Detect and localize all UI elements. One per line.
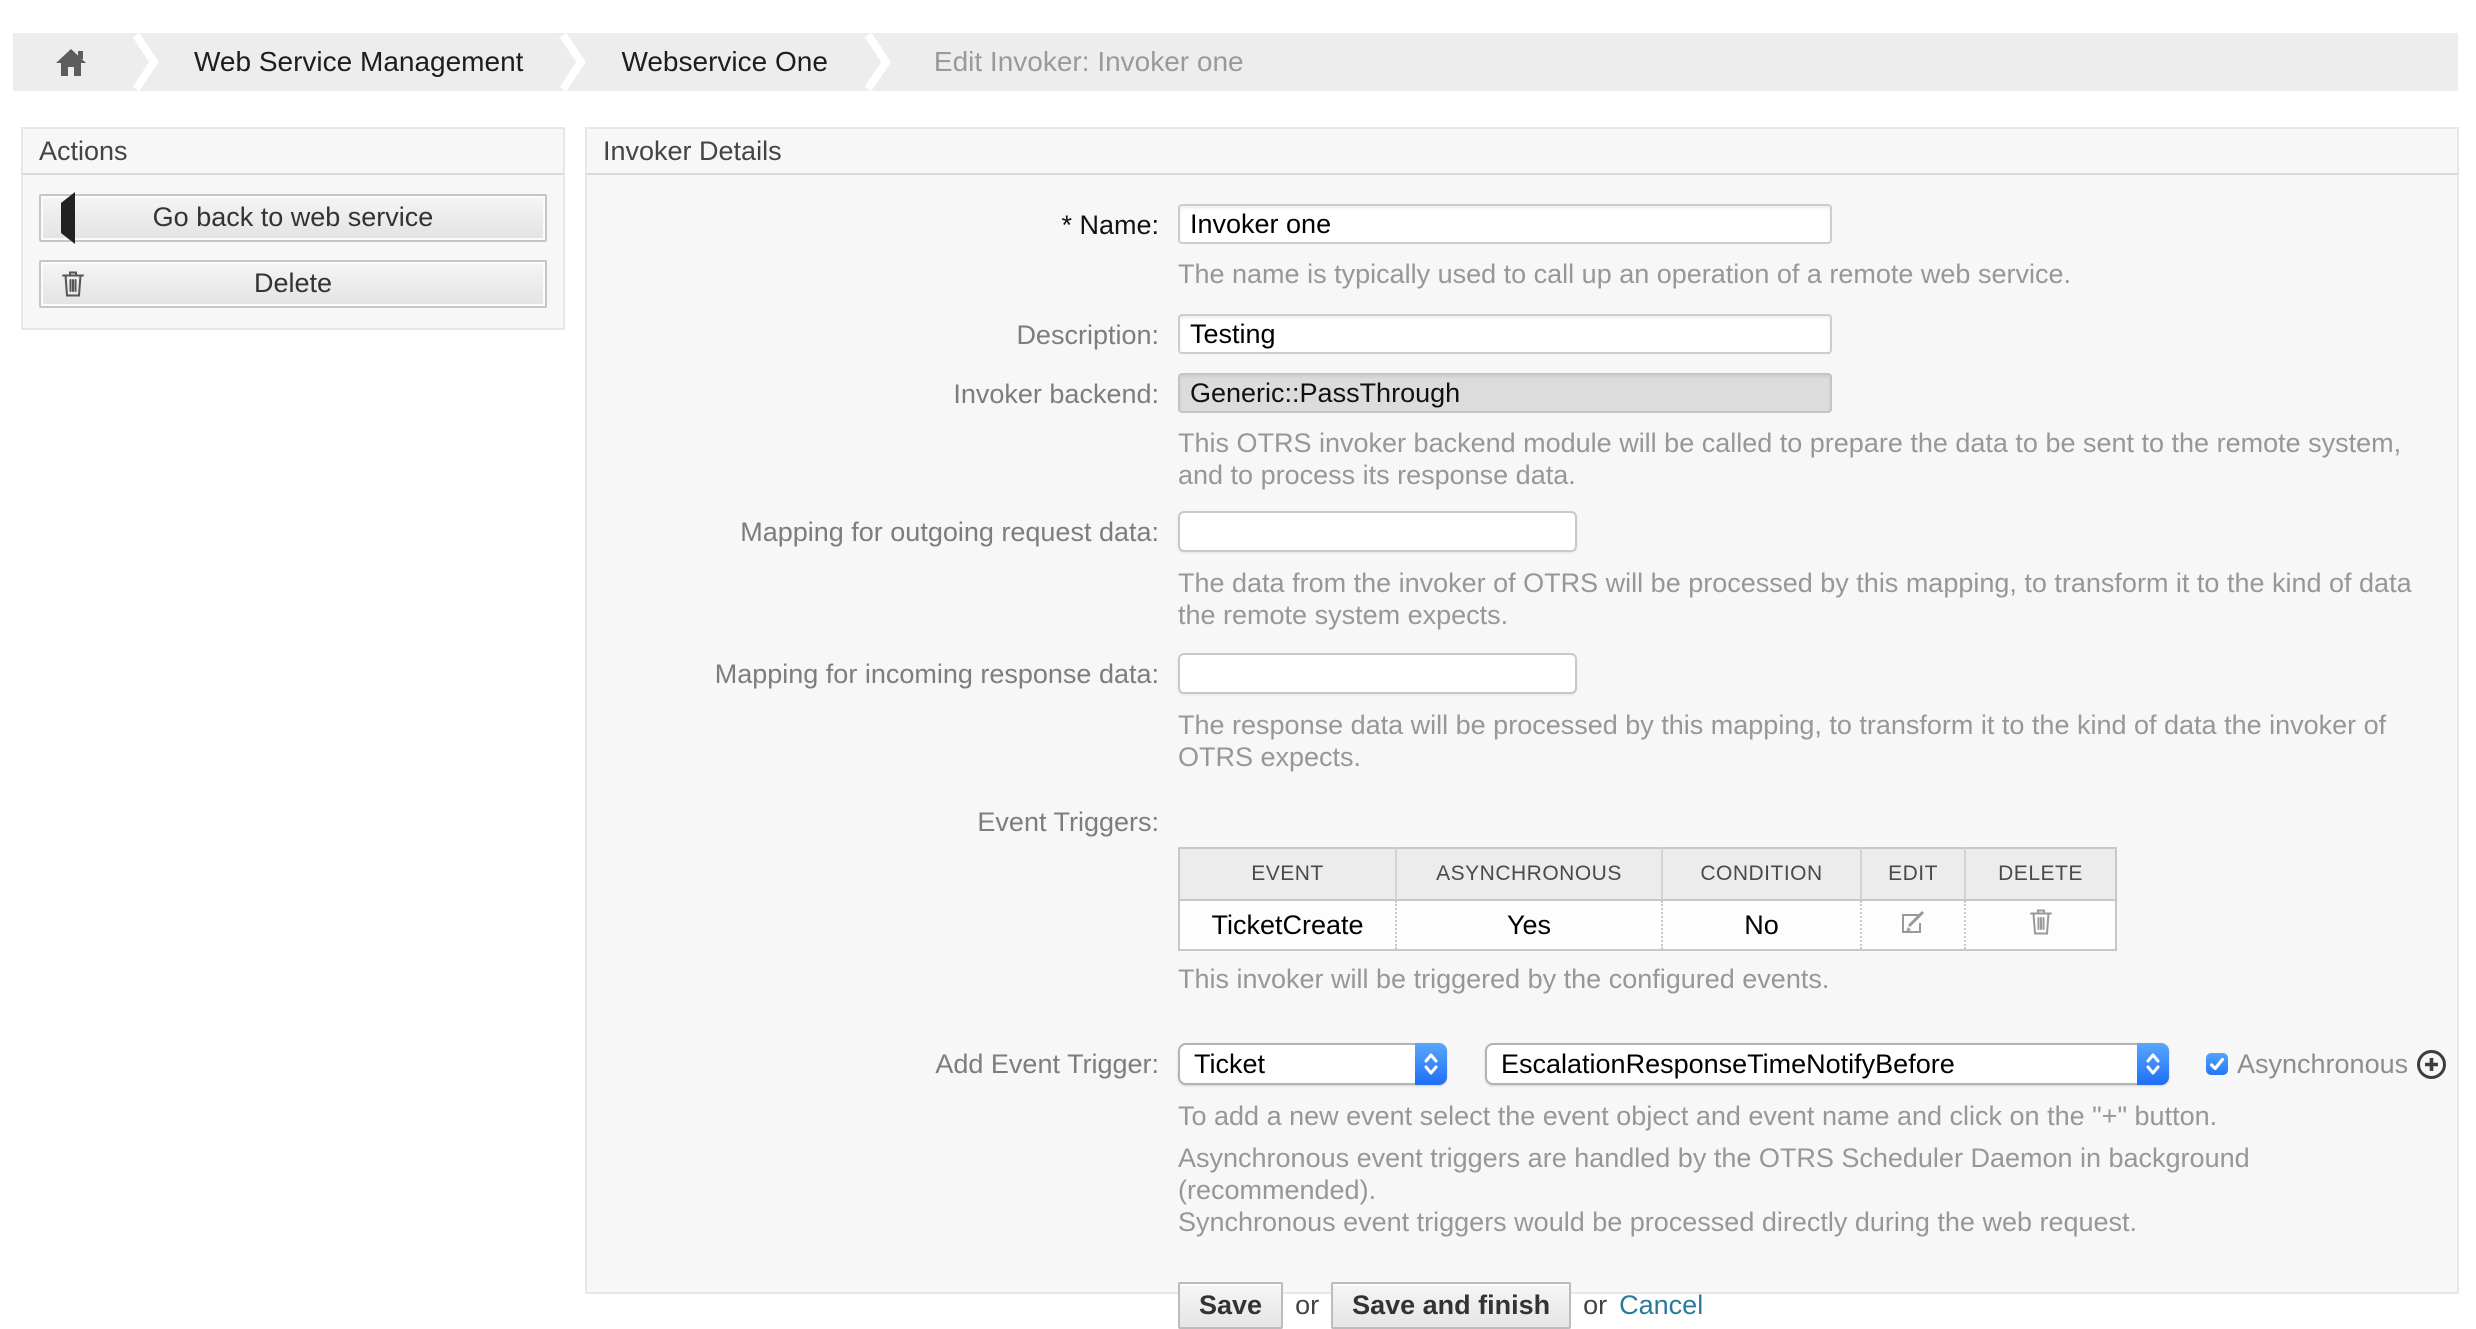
edit-trigger-button[interactable] bbox=[1899, 908, 1927, 936]
required-marker: * bbox=[1061, 210, 1072, 240]
description-input[interactable] bbox=[1178, 314, 1832, 354]
cell-asynchronous: Yes bbox=[1396, 900, 1663, 950]
asynchronous-note-line2: Synchronous event triggers would be proc… bbox=[1178, 1207, 2138, 1237]
asynchronous-checkbox[interactable] bbox=[2206, 1053, 2228, 1075]
breadcrumb-item-webservice-one[interactable]: Webservice One bbox=[589, 33, 859, 91]
mapping-incoming-label: Mapping for incoming response data: bbox=[714, 659, 1159, 689]
name-input[interactable] bbox=[1178, 204, 1832, 244]
delete-button[interactable]: Delete bbox=[39, 260, 547, 308]
breadcrumb-home-link[interactable] bbox=[13, 33, 128, 91]
column-header-event: EVENT bbox=[1179, 848, 1397, 901]
breadcrumb-separator-icon bbox=[128, 33, 162, 91]
mapping-incoming-hint: The response data will be processed by t… bbox=[1178, 710, 2387, 772]
mapping-incoming-select[interactable] bbox=[1178, 653, 1577, 694]
save-button[interactable]: Save bbox=[1178, 1282, 1284, 1329]
asynchronous-note-line1: Asynchronous event triggers are handled … bbox=[1178, 1143, 2250, 1205]
column-header-condition: CONDITION bbox=[1662, 848, 1862, 901]
event-triggers-hint: This invoker will be triggered by the co… bbox=[1178, 964, 1830, 994]
delete-button-label: Delete bbox=[253, 268, 333, 298]
invoker-backend-field bbox=[1178, 373, 1832, 413]
invoker-backend-hint: This OTRS invoker backend module will be… bbox=[1178, 428, 2402, 490]
invoker-backend-label: Invoker backend: bbox=[953, 379, 1159, 409]
event-triggers-table: EVENT ASYNCHRONOUS CONDITION EDIT DELETE… bbox=[1178, 847, 2117, 951]
invoker-details-panel: Invoker Details * Name: The name is typi… bbox=[585, 127, 2459, 1329]
cell-event: TicketCreate bbox=[1179, 900, 1397, 950]
event-name-value: EscalationResponseTimeNotifyBefore bbox=[1501, 1048, 1955, 1079]
delete-trigger-button[interactable] bbox=[2029, 908, 2053, 936]
column-header-asynchronous: ASYNCHRONOUS bbox=[1396, 848, 1663, 901]
add-trigger-button[interactable] bbox=[2416, 1049, 2447, 1080]
go-back-button-label: Go back to web service bbox=[152, 202, 434, 232]
column-header-edit: EDIT bbox=[1861, 848, 1966, 901]
event-triggers-label: Event Triggers: bbox=[977, 807, 1159, 837]
breadcrumb-item-webservice-management[interactable]: Web Service Management bbox=[162, 33, 555, 91]
go-back-button[interactable]: Go back to web service bbox=[39, 192, 547, 244]
footer-spacer bbox=[587, 1282, 1159, 1288]
name-hint: The name is typically used to call up an… bbox=[1178, 259, 2071, 289]
breadcrumb: Web Service Management Webservice One Ed… bbox=[13, 33, 2458, 91]
actions-panel-title: Actions bbox=[23, 129, 563, 175]
breadcrumb-separator-icon bbox=[860, 33, 894, 91]
name-label: * Name: bbox=[1061, 210, 1159, 240]
table-header-row: EVENT ASYNCHRONOUS CONDITION EDIT DELETE bbox=[1179, 848, 2116, 901]
add-event-trigger-label: Add Event Trigger: bbox=[935, 1049, 1159, 1079]
mapping-outgoing-label: Mapping for outgoing request data: bbox=[740, 517, 1159, 547]
asynchronous-note: Asynchronous event triggers are handled … bbox=[1178, 1142, 2447, 1238]
or-text: or bbox=[1295, 1290, 1320, 1320]
event-object-select[interactable]: Ticket bbox=[1178, 1043, 1447, 1085]
select-stepper-icon bbox=[2137, 1043, 2169, 1085]
event-object-value: Ticket bbox=[1194, 1048, 1266, 1079]
cell-condition: No bbox=[1662, 900, 1862, 950]
asynchronous-checkbox-label: Asynchronous bbox=[2237, 1048, 2409, 1079]
save-and-finish-button[interactable]: Save and finish bbox=[1331, 1282, 1572, 1329]
table-row: TicketCreate Yes No bbox=[1179, 900, 2116, 950]
mapping-outgoing-select[interactable] bbox=[1178, 511, 1577, 552]
mapping-outgoing-hint: The data from the invoker of OTRS will b… bbox=[1178, 568, 2412, 630]
add-event-trigger-hint: To add a new event select the event obje… bbox=[1178, 1101, 2218, 1131]
cancel-link[interactable]: Cancel bbox=[1619, 1290, 1703, 1321]
invoker-details-title: Invoker Details bbox=[587, 129, 2457, 175]
description-label: Description: bbox=[1016, 320, 1159, 350]
home-icon bbox=[54, 47, 88, 77]
breadcrumb-separator-icon bbox=[555, 33, 589, 91]
actions-panel: Actions Go back to web service Delete bbox=[21, 127, 565, 330]
or-text: or bbox=[1583, 1290, 1608, 1320]
trash-icon bbox=[61, 270, 85, 298]
select-stepper-icon bbox=[1415, 1043, 1447, 1085]
column-header-delete: DELETE bbox=[1965, 848, 2116, 901]
event-name-select[interactable]: EscalationResponseTimeNotifyBefore bbox=[1485, 1043, 2169, 1085]
breadcrumb-item-current: Edit Invoker: Invoker one bbox=[933, 46, 1244, 77]
